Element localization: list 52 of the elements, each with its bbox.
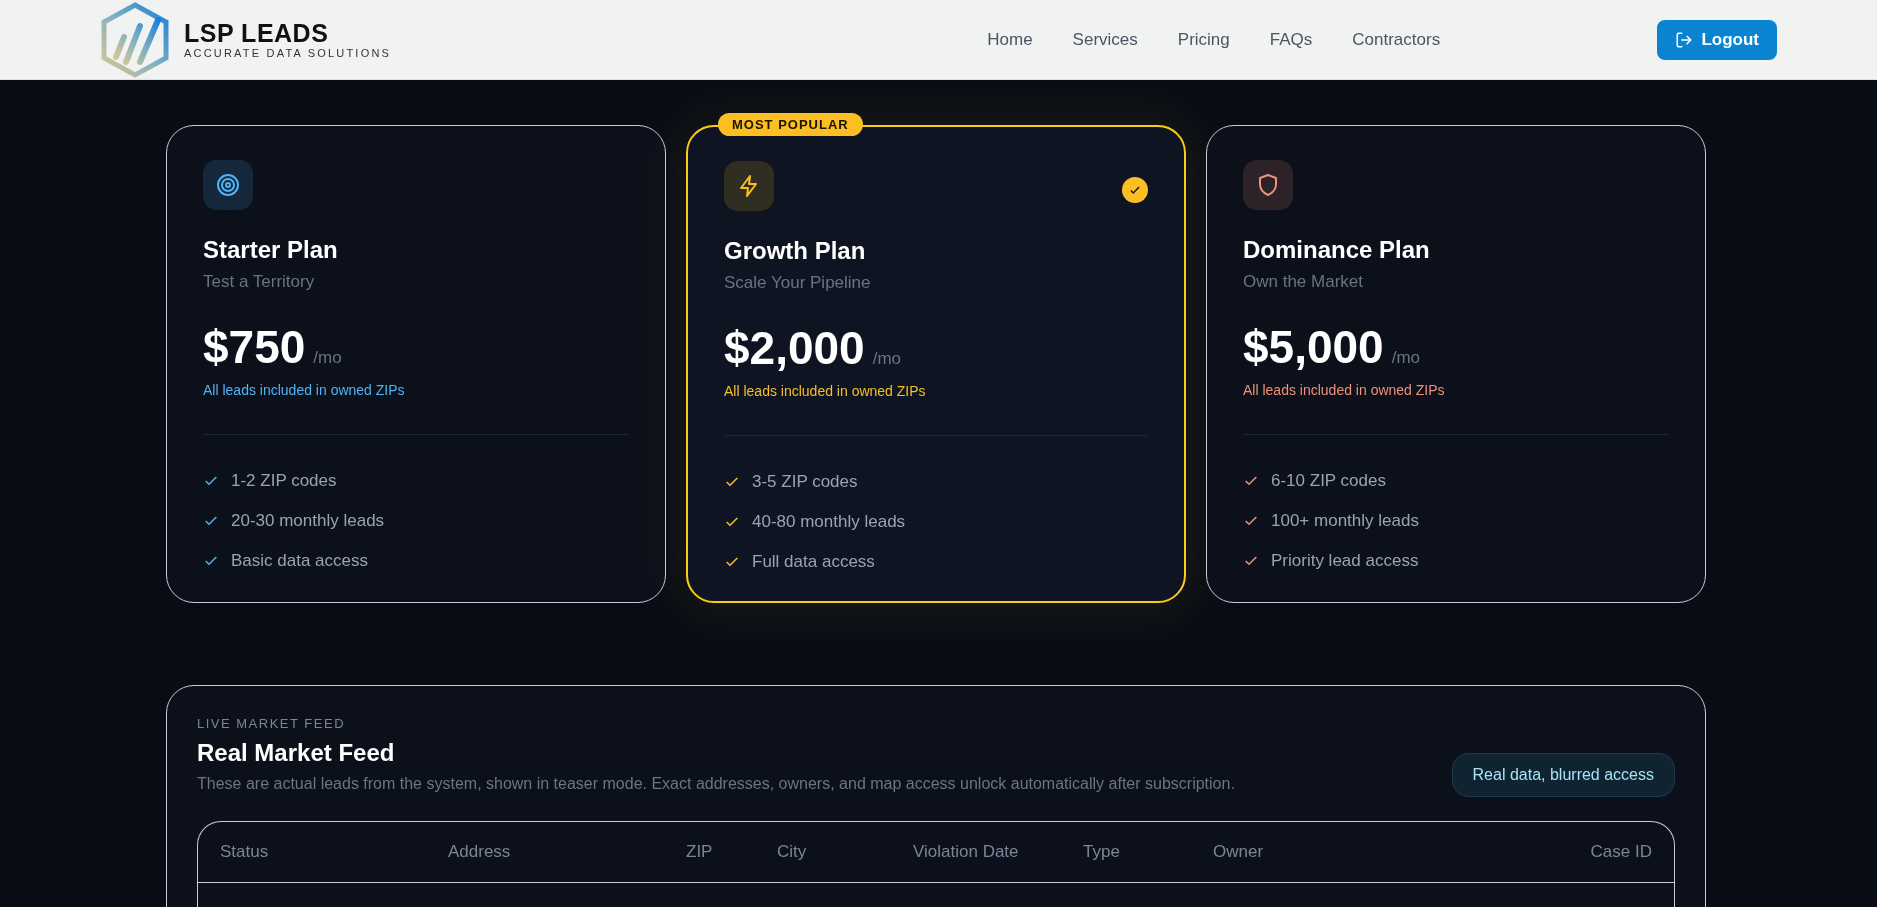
plan-price: $5,000 [1243,320,1384,374]
plan-feature: Priority lead access [1271,551,1419,571]
price-period: /mo [872,349,902,369]
plan-title: Starter Plan [203,236,339,264]
status-pill: Real data, blurred access [1451,753,1675,797]
logout-icon [1675,30,1694,49]
plan-price: $2,000 [724,321,865,375]
shield-icon [1256,173,1280,197]
plan-subtitle: Test a Territory [203,272,316,292]
plan-feature: 20-30 monthly leads [231,511,385,531]
brand-name: LSP LEADS [184,19,330,48]
column-header: Violation Date [913,842,1020,862]
nav-link[interactable]: Services [1072,29,1138,50]
section-description: These are actual leads from the system, shown in teaser mode. Exact addresses, owners, and map access unlock automatically after subscription. [197,775,1235,793]
nav-link[interactable]: Pricing [1177,29,1230,50]
column-header: Status [220,842,270,862]
target-icon [216,173,240,197]
plan-feature: 100+ monthly leads [1271,511,1419,531]
plan-subtitle: Own the Market [1243,272,1364,292]
plan-note: All leads included in owned ZIPs [1243,382,1446,398]
plan-feature: 1-2 ZIP codes [231,471,337,491]
plan-feature: 6-10 ZIP codes [1271,471,1386,491]
column-header: City [777,842,808,862]
plan-price: $750 [203,320,306,374]
price-period: /mo [313,348,342,368]
nav-link[interactable]: FAQs [1269,29,1313,50]
plan-feature: 3-5 ZIP codes [752,472,858,492]
column-header: Type [1083,842,1121,862]
plan-feature: Basic data access [231,551,368,571]
plan-card[interactable]: Starter Plan Test a Territory $750 /mo All leads included in owned ZIPs 1-2 ZIP codes 20-30 monthly leads Basic data access [166,125,666,603]
plan-feature: Full data access [752,552,875,572]
plan-title: Growth Plan [724,237,867,265]
logout-button[interactable]: Logout [1657,19,1777,60]
nav-link[interactable]: Home [987,29,1033,50]
column-header: Owner [1213,842,1265,862]
check-icon [1122,177,1148,203]
popular-badge: MOST POPULAR [718,113,863,136]
section-eyebrow: LIVE MARKET FEED [197,716,346,731]
logo-icon [100,1,170,78]
brand-tagline: ACCURATE DATA SOLUTIONS [184,47,392,60]
column-header: ZIP [686,842,714,862]
plan-note: All leads included in owned ZIPs [203,382,406,398]
plan-card[interactable]: Dominance Plan Own the Market $5,000 /mo All leads included in owned ZIPs 6-10 ZIP codes 100+ monthly leads Priority lead access [1206,125,1706,603]
price-period: /mo [1391,348,1421,368]
plan-note: All leads included in owned ZIPs [724,383,927,399]
plan-feature: 40-80 monthly leads [752,512,906,532]
plan-title: Dominance Plan [1243,236,1431,264]
column-header: Address [448,842,512,862]
section-title: Real Market Feed [197,739,396,767]
plan-subtitle: Scale Your Pipeline [724,273,872,293]
column-header: Case ID [1589,842,1652,862]
nav-link[interactable]: Contractors [1352,29,1441,50]
